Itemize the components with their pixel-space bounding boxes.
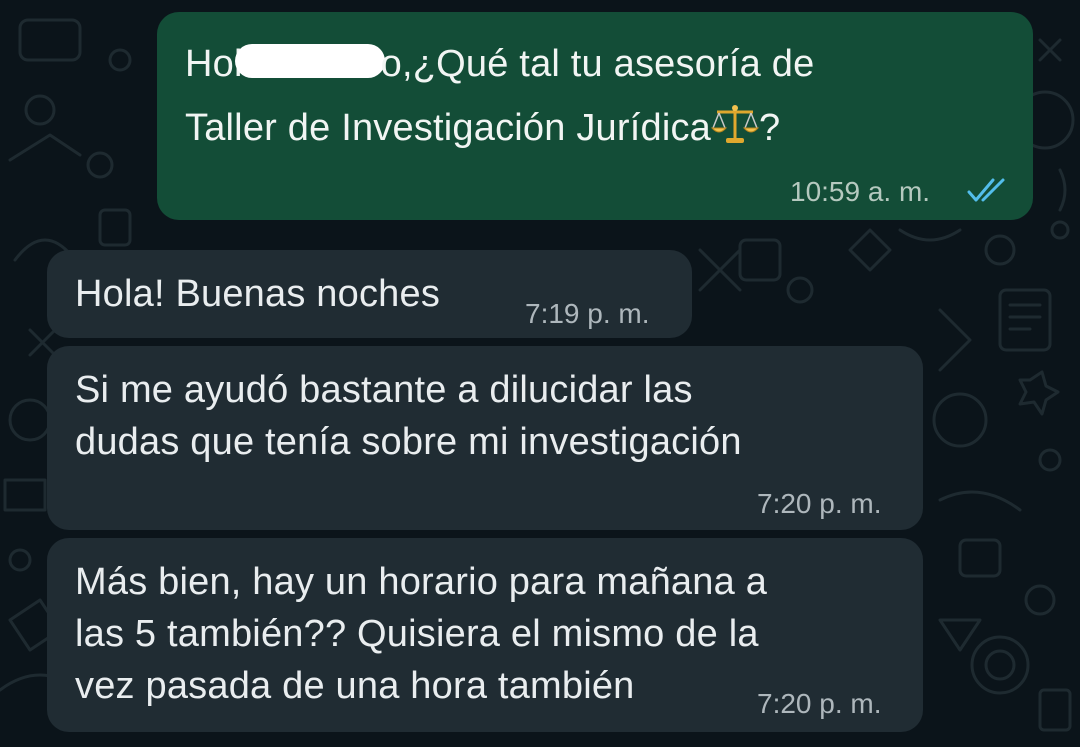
outgoing-message-line-1-end: o,¿Qué tal tu asesoría de	[380, 43, 815, 85]
balance-scale-icon	[711, 105, 760, 143]
chat-conversation: Hol o,¿Qué tal tu asesoría de Taller de I…	[0, 0, 1080, 747]
double-check-read-icon	[967, 178, 1005, 202]
outgoing-message-line-1-start: Hol	[185, 43, 243, 85]
message-timestamp: 7:19 p. m.	[525, 298, 650, 329]
incoming-message-line: dudas que tenía sobre mi investigación	[75, 421, 742, 463]
incoming-message-line: vez pasada de una hora también	[75, 665, 635, 707]
incoming-message-bubble[interactable]: Si me ayudó bastante a dilucidar las dud…	[47, 346, 923, 530]
message-timestamp: 7:20 p. m.	[757, 688, 882, 719]
outgoing-message-line-1: Hol o,¿Qué tal tu asesoría de	[185, 38, 814, 90]
redacted-name	[234, 44, 385, 78]
incoming-message-line: Más bien, hay un horario para mañana a	[75, 561, 768, 603]
outgoing-message-line-2-end: ?	[759, 107, 781, 149]
incoming-message-line: las 5 también?? Quisiera el mismo de la	[75, 613, 759, 655]
message-timestamp: 10:59 a. m.	[790, 176, 931, 207]
incoming-message-line: Hola! Buenas noches	[75, 273, 441, 315]
outgoing-message-line-2-text: Taller de Investigación Jurídica	[185, 107, 712, 149]
outgoing-message-bubble[interactable]: Hol o,¿Qué tal tu asesoría de Taller de I…	[157, 12, 1033, 220]
incoming-message-line: Si me ayudó bastante a dilucidar las	[75, 369, 693, 411]
incoming-message-bubble[interactable]: Más bien, hay un horario para mañana a l…	[47, 538, 923, 732]
message-timestamp: 7:20 p. m.	[757, 488, 882, 519]
incoming-message-bubble[interactable]: Hola! Buenas noches 7:19 p. m.	[47, 250, 692, 338]
outgoing-message-line-2: Taller de Investigación Jurídica ?	[185, 102, 780, 154]
